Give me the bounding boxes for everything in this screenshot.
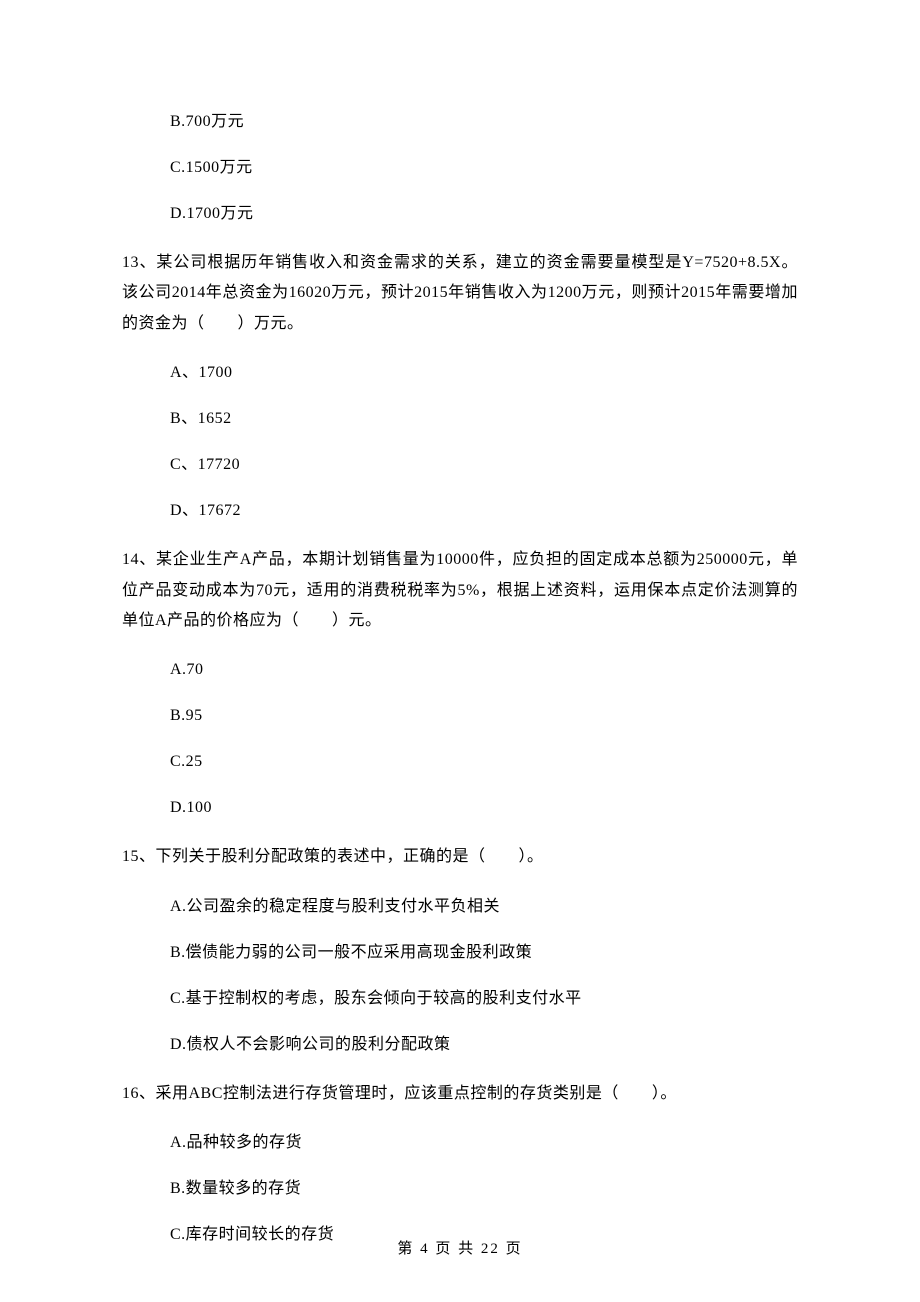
question-14-option-d: D.100 (170, 796, 798, 820)
page-footer: 第 4 页 共 22 页 (0, 1238, 920, 1261)
prev-option-d: D.1700万元 (170, 202, 798, 226)
question-14-option-a: A.70 (170, 658, 798, 682)
question-15-option-a: A.公司盈余的稳定程度与股利支付水平负相关 (170, 895, 798, 919)
question-15-option-c: C.基于控制权的考虑，股东会倾向于较高的股利支付水平 (170, 987, 798, 1011)
question-16-stem: 16、采用ABC控制法进行存货管理时，应该重点控制的存货类别是（ ）。 (122, 1079, 798, 1109)
question-15-option-d: D.债权人不会影响公司的股利分配政策 (170, 1033, 798, 1057)
question-13-option-a: A、1700 (170, 361, 798, 385)
prev-option-c: C.1500万元 (170, 156, 798, 180)
question-13-option-d: D、17672 (170, 499, 798, 523)
question-13-stem: 13、某公司根据历年销售收入和资金需求的关系，建立的资金需要量模型是Y=7520… (122, 248, 798, 339)
question-13-option-c: C、17720 (170, 453, 798, 477)
question-15-option-b: B.偿债能力弱的公司一般不应采用高现金股利政策 (170, 941, 798, 965)
question-14-option-b: B.95 (170, 704, 798, 728)
question-13-option-b: B、1652 (170, 407, 798, 431)
prev-option-b: B.700万元 (170, 110, 798, 134)
question-14-option-c: C.25 (170, 750, 798, 774)
page-content: B.700万元 C.1500万元 D.1700万元 13、某公司根据历年销售收入… (0, 0, 920, 1302)
question-14-stem: 14、某企业生产A产品，本期计划销售量为10000件，应负担的固定成本总额为25… (122, 545, 798, 636)
question-16-option-b: B.数量较多的存货 (170, 1177, 798, 1201)
question-15-stem: 15、下列关于股利分配政策的表述中，正确的是（ ）。 (122, 842, 798, 872)
question-16-option-a: A.品种较多的存货 (170, 1131, 798, 1155)
